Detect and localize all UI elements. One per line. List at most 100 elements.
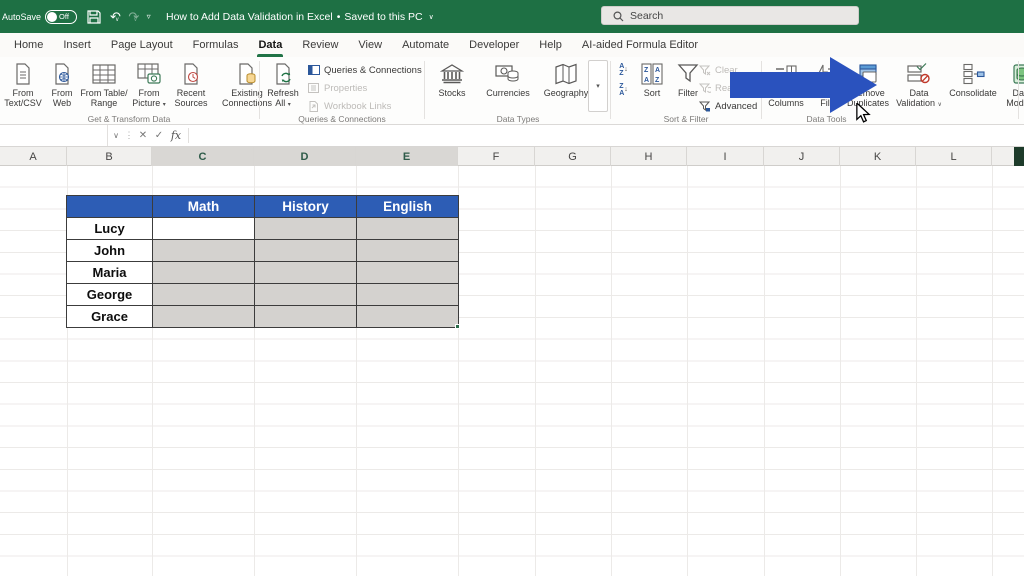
queries-connections-button[interactable]: Queries & Connections xyxy=(307,61,422,79)
svg-text:Z: Z xyxy=(644,67,649,74)
ribbon-tab-row: HomeInsertPage LayoutFormulasDataReviewV… xyxy=(0,33,1024,57)
column-header-j[interactable]: J xyxy=(764,147,840,166)
tab-ai-aided-formula-editor[interactable]: AI-aided Formula Editor xyxy=(572,33,708,57)
cell-george-math[interactable] xyxy=(153,284,255,306)
row-label-george[interactable]: George xyxy=(67,284,153,306)
autosave-label: AutoSave xyxy=(2,12,41,22)
tab-help[interactable]: Help xyxy=(529,33,572,57)
from-web-label: From Web xyxy=(44,88,80,108)
column-header-a[interactable]: A xyxy=(0,147,67,166)
properties-icon xyxy=(307,83,320,93)
table-header-english[interactable]: English xyxy=(357,196,459,218)
tab-view[interactable]: View xyxy=(348,33,392,57)
cell-maria-english[interactable] xyxy=(357,262,459,284)
from-table-range-button[interactable]: From Table/ Range xyxy=(80,59,128,108)
recent-sources-button[interactable]: Recent Sources xyxy=(170,59,212,108)
enter-icon[interactable]: ✓ xyxy=(152,125,166,146)
currencies-button[interactable]: Currencies xyxy=(480,59,536,98)
tab-home[interactable]: Home xyxy=(4,33,53,57)
cell-maria-math[interactable] xyxy=(153,262,255,284)
cell-george-history[interactable] xyxy=(255,284,357,306)
table-header-corner[interactable] xyxy=(67,196,153,218)
group-divider xyxy=(610,61,611,119)
consolidate-button[interactable]: Consolidate xyxy=(945,59,1001,98)
data-validation-label: Data Validation ∨ xyxy=(893,88,945,109)
column-header-b[interactable]: B xyxy=(67,147,152,166)
cell-grace-math[interactable] xyxy=(153,306,255,328)
formula-input[interactable] xyxy=(190,125,1024,146)
search-input[interactable]: Search xyxy=(601,6,859,25)
cell-lucy-history[interactable] xyxy=(255,218,357,240)
insert-function-icon[interactable]: fx xyxy=(168,125,184,146)
autosave-control[interactable]: AutoSave Off xyxy=(2,10,77,24)
column-header-g[interactable]: G xyxy=(535,147,611,166)
gallery-more-icon: ▾ xyxy=(596,82,600,90)
column-header-h[interactable]: H xyxy=(611,147,687,166)
fill-handle[interactable] xyxy=(455,324,460,329)
customize-qat-icon[interactable]: ▿ xyxy=(147,13,151,21)
tab-insert[interactable]: Insert xyxy=(53,33,101,57)
consolidate-label: Consolidate xyxy=(949,88,997,98)
properties-button: Properties xyxy=(307,79,422,97)
stocks-icon xyxy=(440,61,464,87)
tab-automate[interactable]: Automate xyxy=(392,33,459,57)
column-headers: ABCDEFGHIJKL xyxy=(0,147,1024,166)
data-types-gallery-button[interactable]: ▾ xyxy=(588,60,608,112)
sort-ascending-button[interactable]: AZ↓ xyxy=(614,61,633,78)
column-header-i[interactable]: I xyxy=(687,147,764,166)
save-icon[interactable] xyxy=(87,10,101,24)
cancel-icon[interactable]: ✕ xyxy=(136,125,150,146)
filter-label: Filter xyxy=(678,88,698,98)
from-web-icon xyxy=(52,61,72,87)
cell-lucy-math[interactable] xyxy=(153,218,255,240)
document-title[interactable]: How to Add Data Validation in Excel • Sa… xyxy=(166,0,434,33)
data-validation-button[interactable]: Data Validation ∨ xyxy=(893,59,945,109)
from-picture-button[interactable]: From Picture ▾ xyxy=(128,59,170,109)
table-header-math[interactable]: Math xyxy=(153,196,255,218)
row-label-john[interactable]: John xyxy=(67,240,153,262)
column-header-c[interactable]: C xyxy=(152,147,254,166)
column-header-f[interactable]: F xyxy=(458,147,535,166)
row-label-maria[interactable]: Maria xyxy=(67,262,153,284)
workbook-links-button: Workbook Links xyxy=(307,97,422,115)
column-header-k[interactable]: K xyxy=(840,147,916,166)
cell-john-english[interactable] xyxy=(357,240,459,262)
tab-developer[interactable]: Developer xyxy=(459,33,529,57)
cell-lucy-english[interactable] xyxy=(357,218,459,240)
cell-john-math[interactable] xyxy=(153,240,255,262)
name-box[interactable] xyxy=(0,125,108,146)
tab-page-layout[interactable]: Page Layout xyxy=(101,33,183,57)
refresh-all-button[interactable]: Refresh All ▾ xyxy=(263,59,303,109)
from-web-button[interactable]: From Web xyxy=(44,59,80,108)
data-model-label: Data Model ∨ xyxy=(1001,88,1024,109)
from-text-csv-button[interactable]: From Text/CSV xyxy=(2,59,44,108)
gridline-vertical xyxy=(687,166,688,576)
data-table[interactable]: MathHistoryEnglish LucyJohnMariaGeorgeGra… xyxy=(66,195,459,328)
sort-descending-button[interactable]: ZA↓ xyxy=(614,81,633,98)
data-model-button[interactable]: Data Model ∨ xyxy=(1001,59,1024,109)
cell-george-english[interactable] xyxy=(357,284,459,306)
name-box-dropdown-icon[interactable]: ∨ xyxy=(109,125,123,146)
cell-grace-english[interactable] xyxy=(357,306,459,328)
table-header-history[interactable]: History xyxy=(255,196,357,218)
undo-icon[interactable]: ↶∨ xyxy=(110,10,119,23)
column-header-e[interactable]: E xyxy=(356,147,458,166)
row-label-grace[interactable]: Grace xyxy=(67,306,153,328)
sort-button[interactable]: ZAAZ Sort xyxy=(636,59,668,98)
from-text-csv-icon xyxy=(13,61,33,87)
column-header-l[interactable]: L xyxy=(916,147,992,166)
refresh-all-icon xyxy=(273,61,293,87)
geography-button[interactable]: Geography xyxy=(540,59,592,98)
tab-formulas[interactable]: Formulas xyxy=(183,33,249,57)
sort-label: Sort xyxy=(644,88,661,98)
row-label-lucy[interactable]: Lucy xyxy=(67,218,153,240)
tab-data[interactable]: Data xyxy=(248,33,292,57)
cell-grace-history[interactable] xyxy=(255,306,357,328)
gridline-vertical xyxy=(764,166,765,576)
tab-review[interactable]: Review xyxy=(292,33,348,57)
cell-maria-history[interactable] xyxy=(255,262,357,284)
stocks-button[interactable]: Stocks xyxy=(430,59,474,98)
cell-john-history[interactable] xyxy=(255,240,357,262)
column-header-d[interactable]: D xyxy=(254,147,356,166)
autosave-toggle[interactable]: Off xyxy=(45,10,77,24)
